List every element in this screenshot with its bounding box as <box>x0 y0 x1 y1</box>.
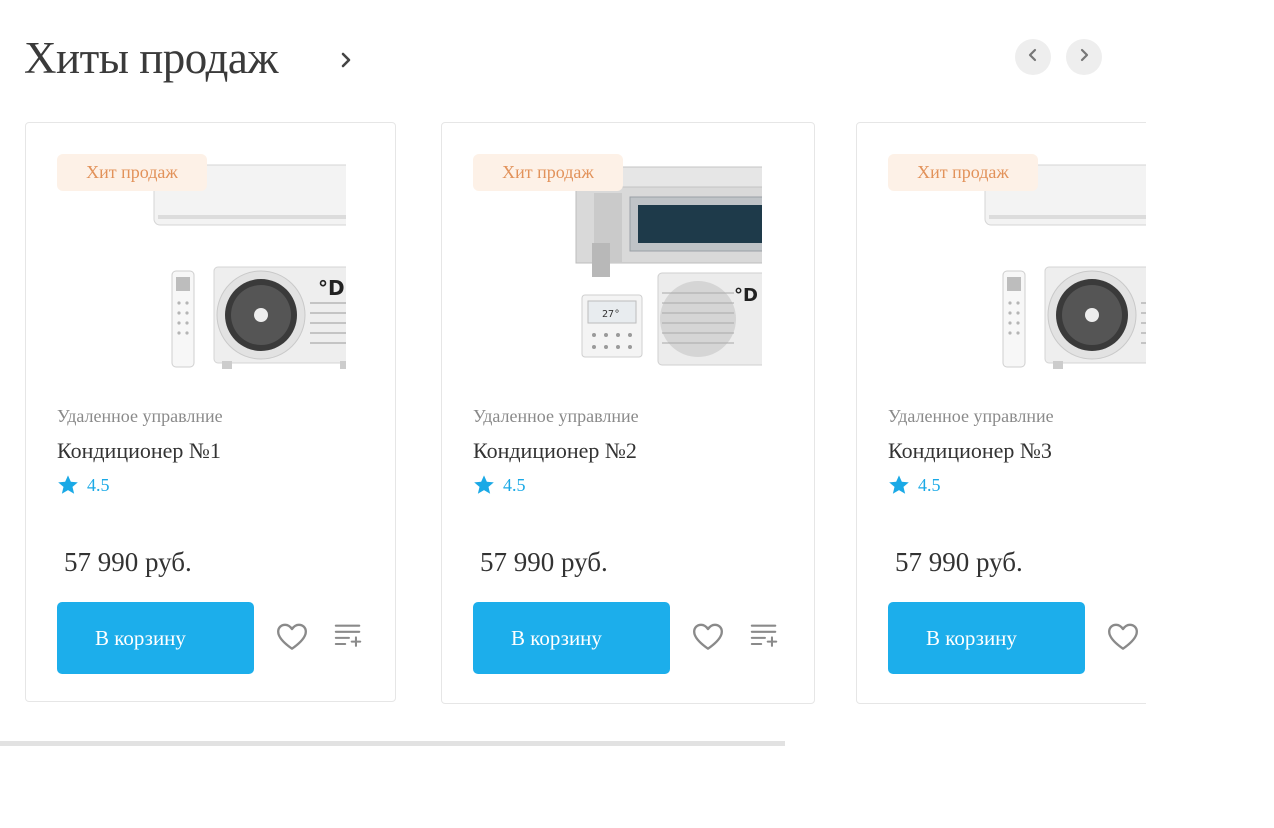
favorite-button[interactable] <box>274 619 310 655</box>
product-category: Удаленное управлние <box>888 406 1054 426</box>
heart-icon <box>691 620 725 654</box>
product-card[interactable]: Хит продаж Удаленное управлние Кондицион… <box>25 122 396 702</box>
product-category: Удаленное управлние <box>57 406 223 426</box>
star-icon <box>473 474 495 496</box>
product-carousel: Хит продаж Удаленное управлние Кондицион… <box>0 118 1146 718</box>
product-card[interactable]: Хит продаж Удаленное управлние Кондицион… <box>441 122 815 704</box>
rating-value: 4.5 <box>87 474 110 495</box>
add-to-cart-button[interactable]: В корзину <box>888 602 1085 674</box>
section-title: Хиты продаж <box>24 33 278 83</box>
product-rating: 4.5 <box>473 473 526 497</box>
carousel-next-button[interactable] <box>1066 39 1102 75</box>
star-icon <box>57 474 79 496</box>
product-price: 57 990 руб. <box>64 547 192 577</box>
add-to-cart-button[interactable]: В корзину <box>57 602 254 674</box>
carousel-scrollbar[interactable] <box>0 741 785 746</box>
product-price: 57 990 руб. <box>895 547 1023 577</box>
compare-list-icon <box>749 621 779 651</box>
product-rating: 4.5 <box>888 473 941 497</box>
product-name[interactable]: Кондиционер №2 <box>473 438 637 464</box>
compare-button[interactable] <box>331 619 365 653</box>
product-name[interactable]: Кондиционер №3 <box>888 438 1052 464</box>
rating-value: 4.5 <box>503 474 526 495</box>
product-rating: 4.5 <box>57 473 110 497</box>
chevron-right-icon[interactable] <box>334 48 358 72</box>
hit-badge: Хит продаж <box>888 154 1038 191</box>
rating-value: 4.5 <box>918 474 941 495</box>
hit-badge: Хит продаж <box>473 154 623 191</box>
chevron-right-icon <box>1076 47 1092 68</box>
hit-badge: Хит продаж <box>57 154 207 191</box>
section-header: Хиты продаж <box>24 28 1114 88</box>
heart-icon <box>275 620 309 654</box>
favorite-button[interactable] <box>690 619 726 655</box>
product-name[interactable]: Кондиционер №1 <box>57 438 221 464</box>
compare-list-icon <box>333 621 363 651</box>
star-icon <box>888 474 910 496</box>
add-to-cart-button[interactable]: В корзину <box>473 602 670 674</box>
heart-icon <box>1106 620 1140 654</box>
favorite-button[interactable] <box>1105 619 1141 655</box>
compare-button[interactable] <box>747 619 781 653</box>
chevron-left-icon <box>1025 47 1041 68</box>
carousel-prev-button[interactable] <box>1015 39 1051 75</box>
product-price: 57 990 руб. <box>480 547 608 577</box>
product-category: Удаленное управлние <box>473 406 639 426</box>
product-card[interactable]: Хит продаж Удаленное управлние Кондицион… <box>856 122 1146 704</box>
